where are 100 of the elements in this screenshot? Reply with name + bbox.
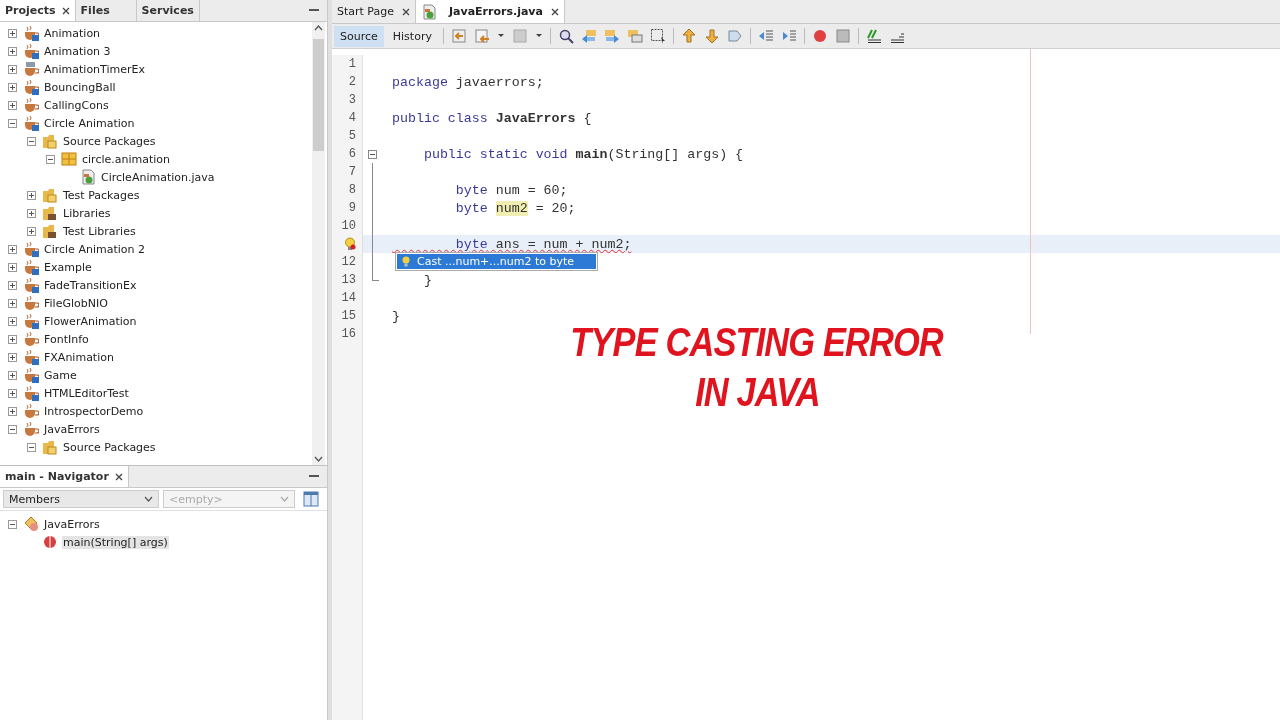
back-icon[interactable]	[473, 28, 490, 44]
folder-icon	[42, 187, 58, 203]
tree-item[interactable]: Game	[43, 368, 78, 382]
minimize-icon	[309, 9, 319, 12]
tree-item[interactable]: FileGlobNIO	[43, 296, 109, 310]
comment-icon[interactable]	[865, 28, 882, 44]
java-file-icon	[80, 169, 96, 185]
tree-item[interactable]: main(String[] args)	[62, 535, 169, 549]
tree-item[interactable]: JavaErrors	[43, 422, 101, 436]
tree-item[interactable]: Source Packages	[62, 134, 157, 148]
view-tab[interactable]: Source	[334, 25, 384, 47]
line-number: 13	[340, 273, 356, 287]
tree-item[interactable]: IntrospectorDemo	[43, 404, 145, 418]
line-number: 4	[347, 111, 356, 125]
tree-item[interactable]: CallingCons	[43, 98, 110, 112]
panel-tab[interactable]: Services	[136, 0, 200, 21]
tree-item[interactable]: Circle Animation 2	[43, 242, 146, 256]
record-icon[interactable]	[811, 28, 828, 44]
tree-item[interactable]: Example	[43, 260, 93, 274]
view-tab[interactable]: History	[386, 25, 438, 47]
toggle-bookmark-icon[interactable]	[726, 28, 743, 44]
coffee-cup-icon	[23, 277, 39, 293]
line-number: 1	[347, 57, 356, 71]
close-icon	[550, 7, 559, 16]
tree-item[interactable]: BouncingBall	[43, 80, 117, 94]
suggestion-item[interactable]: Cast ...num+...num2 to byte	[397, 254, 597, 269]
coffee-cup-icon	[23, 97, 39, 113]
coffee-cup-icon	[23, 25, 39, 41]
last-edit-icon[interactable]	[450, 28, 467, 44]
tree-item[interactable]: Circle Animation	[43, 116, 136, 130]
line-number: 14	[340, 291, 356, 305]
coffee-cup-icon	[23, 331, 39, 347]
lightbulb-icon	[344, 237, 356, 251]
title-text: IN JAVA	[694, 369, 820, 416]
window-icon	[303, 491, 319, 507]
next-icon[interactable]	[603, 28, 620, 44]
tree-item[interactable]: Libraries	[62, 206, 112, 220]
coffee-cup-icon	[23, 403, 39, 419]
panel-tab[interactable]: Files	[75, 0, 137, 21]
code-line: public static void main(String[] args) {	[422, 146, 744, 162]
tree-item[interactable]: FontInfo	[43, 332, 90, 346]
tree-item[interactable]: FadeTransitionEx	[43, 278, 138, 292]
line-number: 7	[347, 165, 356, 179]
tree-item[interactable]: Animation	[43, 26, 102, 40]
code-line: }	[422, 272, 432, 288]
scrollbar-thumb[interactable]	[313, 39, 324, 151]
folder-icon	[42, 133, 58, 149]
line-number: 2	[347, 75, 356, 89]
coffee-cup-icon	[23, 295, 39, 311]
scroll-up-icon	[314, 25, 323, 31]
class-icon	[23, 516, 39, 532]
line-number: 10	[340, 219, 356, 233]
editor-tab[interactable]: JavaErrors.java	[416, 0, 565, 23]
folder-icon	[42, 439, 58, 455]
previous-icon[interactable]	[580, 28, 597, 44]
coffee-cup-icon	[23, 79, 39, 95]
chevron-down-icon	[280, 496, 289, 502]
tree-item[interactable]: FlowerAnimation	[43, 314, 138, 328]
panel-tab[interactable]: Projects	[0, 0, 76, 21]
tree-item[interactable]: Test Libraries	[62, 224, 137, 238]
tree-item[interactable]: Animation 3	[43, 44, 112, 58]
search-icon[interactable]	[557, 28, 574, 44]
chevron-down-icon	[144, 496, 153, 502]
tree-item[interactable]: Test Packages	[62, 188, 141, 202]
toggle-highlight-icon[interactable]	[626, 28, 643, 44]
title-text: TYPE CASTING ERROR	[570, 319, 944, 366]
tree-item[interactable]: JavaErrors	[43, 517, 101, 531]
panel-tab[interactable]: main - Navigator	[0, 466, 129, 487]
members-dropdown[interactable]: Members	[3, 490, 159, 508]
scrollbar[interactable]	[312, 22, 325, 465]
tree-item[interactable]: Source Packages	[62, 440, 157, 454]
coffee-cup-icon	[23, 115, 39, 131]
next-bookmark-icon[interactable]	[703, 28, 720, 44]
selection-icon[interactable]	[649, 28, 666, 44]
tree-item[interactable]: circle.animation	[81, 152, 172, 166]
java-file-icon	[421, 3, 437, 20]
coffee-cup-icon	[23, 349, 39, 365]
forward-icon[interactable]	[511, 28, 528, 44]
package-icon	[61, 151, 77, 167]
coffee-cup-icon	[23, 61, 39, 77]
previous-bookmark-icon[interactable]	[680, 28, 697, 44]
collapse-icon	[368, 149, 377, 159]
coffee-cup-icon	[23, 241, 39, 257]
code-line: byte num2 = 20;	[454, 200, 576, 216]
stop-icon[interactable]	[834, 28, 851, 44]
scroll-down-icon	[314, 456, 323, 462]
coffee-cup-icon	[23, 43, 39, 59]
line-number: 12	[340, 255, 356, 269]
tree-item[interactable]: CircleAnimation.java	[100, 170, 216, 184]
shift-right-icon[interactable]	[780, 28, 797, 44]
coffee-cup-icon	[23, 421, 39, 437]
lightbulb-icon	[402, 256, 410, 267]
line-number: 8	[347, 183, 356, 197]
shift-left-icon[interactable]	[757, 28, 774, 44]
tree-item[interactable]: FXAnimation	[43, 350, 115, 364]
line-number: 3	[347, 93, 356, 107]
coffee-cup-icon	[23, 385, 39, 401]
close-icon	[61, 6, 70, 15]
tree-item[interactable]: AnimationTimerEx	[43, 62, 146, 76]
tree-item[interactable]: HTMLEditorTest	[43, 386, 130, 400]
